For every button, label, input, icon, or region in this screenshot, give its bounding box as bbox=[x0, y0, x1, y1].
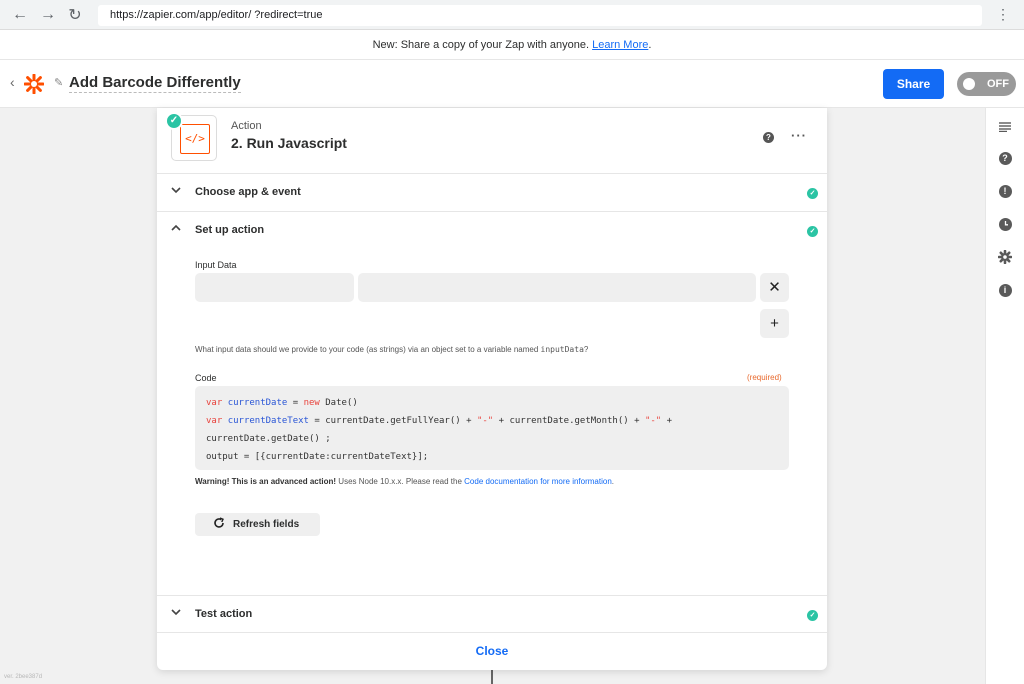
step-kind-label: Action bbox=[231, 120, 262, 132]
help-prefix: What input data should we provide to you… bbox=[195, 345, 541, 354]
section-choose-app-event[interactable]: Choose app & event ✓ bbox=[157, 174, 827, 212]
zap-on-off-toggle[interactable]: OFF bbox=[957, 72, 1016, 96]
input-data-key-field[interactable] bbox=[195, 273, 354, 302]
close-button[interactable]: Close bbox=[157, 633, 827, 670]
refresh-fields-label: Refresh fields bbox=[233, 519, 300, 530]
refresh-fields-button[interactable]: Refresh fields bbox=[195, 513, 320, 536]
step-connector-line bbox=[491, 668, 493, 684]
remove-row-icon[interactable]: ✕ bbox=[760, 273, 789, 302]
chevron-down-icon bbox=[170, 184, 182, 199]
edit-pencil-icon[interactable]: ✎ bbox=[54, 76, 63, 89]
complete-check-icon: ✓ bbox=[807, 226, 818, 237]
history-clock-icon[interactable] bbox=[996, 215, 1014, 233]
code-label: Code bbox=[195, 373, 217, 383]
back-arrow-icon[interactable]: ← bbox=[10, 5, 30, 25]
section-test-action[interactable]: Test action ✓ bbox=[157, 595, 827, 633]
section-label: Choose app & event bbox=[195, 186, 301, 198]
step-editor-panel: </> ✓ Action 2. Run Javascript ? ··· Cho… bbox=[157, 108, 827, 670]
step-header: </> ✓ Action 2. Run Javascript ? ··· bbox=[157, 108, 827, 174]
section-set-up-action[interactable]: Set up action ✓ bbox=[157, 212, 827, 250]
warning-text: Uses Node 10.x.x. Please read the bbox=[336, 477, 465, 486]
share-button[interactable]: Share bbox=[883, 69, 944, 99]
warning-bold: Warning! This is an advanced action! bbox=[195, 477, 337, 486]
step-title: 2. Run Javascript bbox=[231, 135, 347, 151]
settings-gear-icon[interactable] bbox=[996, 248, 1014, 266]
back-chevron-icon[interactable]: ‹ bbox=[10, 74, 15, 90]
code-documentation-link[interactable]: Code documentation for more information bbox=[464, 477, 612, 486]
warning-end: . bbox=[611, 477, 615, 486]
code-line-1: var currentDate = new Date() bbox=[206, 398, 358, 408]
toggle-label: OFF bbox=[987, 78, 1009, 90]
banner-suffix: . bbox=[648, 39, 652, 51]
add-row-icon[interactable]: + bbox=[760, 309, 789, 338]
toggle-knob bbox=[963, 78, 975, 90]
step-help-icon[interactable]: ? bbox=[763, 132, 774, 143]
help-code: inputData bbox=[540, 345, 584, 354]
chevron-down-icon bbox=[170, 606, 182, 621]
refresh-icon bbox=[213, 517, 225, 532]
required-indicator: (required) bbox=[747, 373, 782, 382]
input-data-label: Input Data bbox=[195, 260, 237, 270]
alert-circle-icon[interactable]: ! bbox=[996, 182, 1014, 200]
reload-icon[interactable]: ↻ bbox=[65, 5, 85, 25]
advanced-action-warning: Warning! This is an advanced action! Use… bbox=[195, 477, 614, 486]
address-bar[interactable]: https://zapier.com/app/editor/ ?redirect… bbox=[98, 5, 982, 26]
chevron-up-icon bbox=[170, 222, 182, 237]
step-complete-check-icon: ✓ bbox=[165, 112, 183, 130]
help-circle-icon[interactable]: ? bbox=[996, 149, 1014, 167]
editor-header: ‹ ✎ Add Barcode Differently Share OFF bbox=[0, 60, 1024, 108]
outline-list-icon[interactable] bbox=[996, 118, 1014, 136]
help-suffix: ? bbox=[583, 345, 589, 354]
banner-text: New: Share a copy of your Zap with anyon… bbox=[372, 39, 590, 51]
code-line-4: output = [{currentDate:currentDateText}]… bbox=[206, 452, 429, 462]
code-line-3: currentDate.getDate() ; bbox=[206, 434, 331, 444]
browser-toolbar: ← → ↻ https://zapier.com/app/editor/ ?re… bbox=[0, 0, 1024, 30]
section-label: Set up action bbox=[195, 224, 265, 236]
step-more-options-icon[interactable]: ··· bbox=[791, 128, 807, 143]
code-line-2: var currentDateText = currentDate.getFul… bbox=[206, 416, 673, 426]
section-label: Test action bbox=[195, 608, 253, 620]
code-editor[interactable]: var currentDate = new Date() var current… bbox=[195, 386, 789, 470]
browser-menu-icon[interactable]: ⋮ bbox=[996, 6, 1010, 23]
forward-arrow-icon[interactable]: → bbox=[38, 5, 58, 25]
version-label: ver. 2bee387d bbox=[4, 674, 43, 680]
code-brackets-icon: </> bbox=[180, 124, 210, 154]
input-data-value-field[interactable] bbox=[358, 273, 756, 302]
announcement-banner: New: Share a copy of your Zap with anyon… bbox=[0, 30, 1024, 60]
complete-check-icon: ✓ bbox=[807, 610, 818, 621]
complete-check-icon: ✓ bbox=[807, 188, 818, 199]
learn-more-link[interactable]: Learn More bbox=[592, 39, 648, 51]
info-circle-icon[interactable]: i bbox=[996, 281, 1014, 299]
zap-title[interactable]: Add Barcode Differently bbox=[69, 74, 241, 93]
zapier-logo-icon[interactable] bbox=[24, 74, 44, 94]
input-data-help-text: What input data should we provide to you… bbox=[195, 345, 588, 354]
right-sidebar: ? ! i bbox=[985, 108, 1024, 684]
